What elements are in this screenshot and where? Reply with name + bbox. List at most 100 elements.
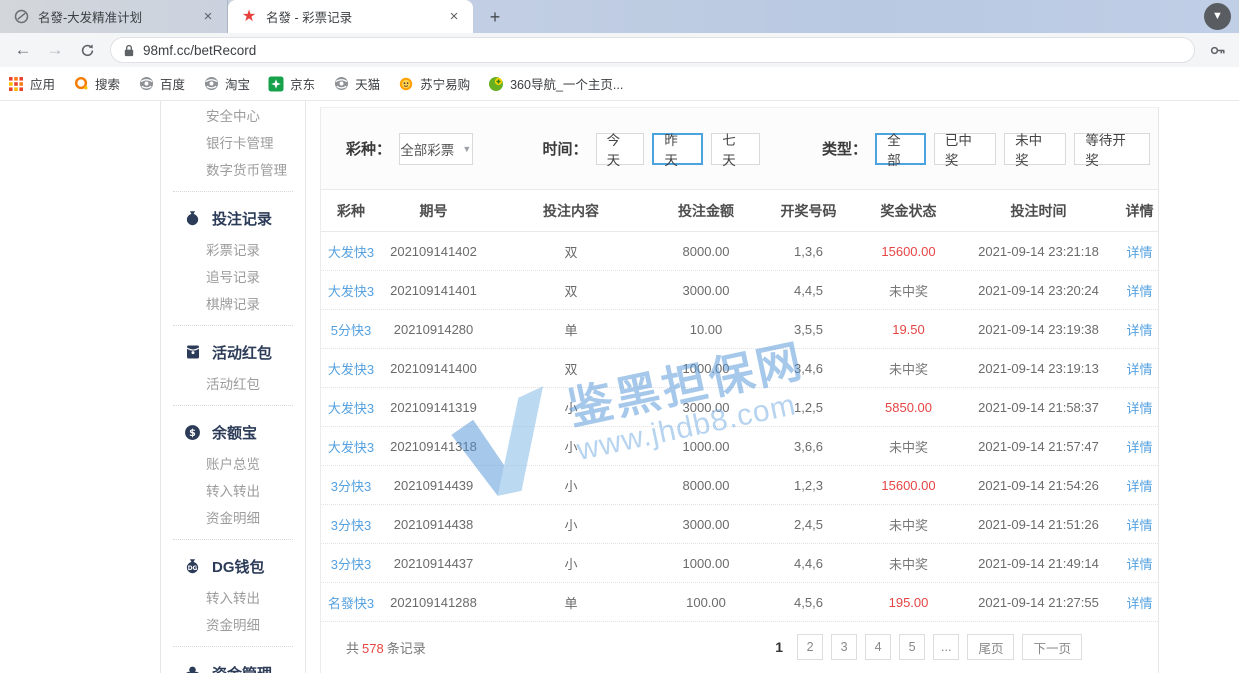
issue-cell: 20210914280: [381, 322, 486, 337]
table-row: 大发快3 202109141319 小 3000.00 1,2,5 5850.0…: [321, 388, 1158, 427]
issue-cell: 202109141402: [381, 244, 486, 259]
game-link[interactable]: 大发快3: [321, 359, 381, 378]
refresh-button[interactable]: [74, 37, 100, 63]
sidebar-item-dg-fund-details[interactable]: 资金明细: [161, 612, 305, 639]
back-button[interactable]: ←: [10, 37, 36, 63]
sidebar-item-bank-card[interactable]: 银行卡管理: [161, 130, 305, 157]
detail-link[interactable]: 详情: [1121, 242, 1158, 261]
page-ellipsis-button[interactable]: ...: [933, 634, 959, 660]
sidebar-item-fund-details[interactable]: 资金明细: [161, 505, 305, 532]
game-select-dropdown[interactable]: 全部彩票 ▼: [399, 133, 473, 165]
url-bar[interactable]: 98mf.cc/betRecord: [110, 37, 1195, 63]
close-icon[interactable]: ×: [199, 8, 217, 26]
tab-bet-record[interactable]: ★ 名發 - 彩票记录 ×: [228, 0, 473, 33]
sidebar: 安全中心 银行卡管理 数字货币管理 投注记录 彩票记录 追号记录 棋牌记录 活动…: [160, 101, 306, 673]
game-link[interactable]: 大发快3: [321, 242, 381, 261]
type-pending-button[interactable]: 等待开奖: [1074, 133, 1150, 165]
game-link[interactable]: 名發快3: [321, 593, 381, 612]
last-page-button[interactable]: 尾页: [967, 634, 1014, 660]
bookmark-baidu[interactable]: 百度: [138, 74, 185, 93]
game-link[interactable]: 大发快3: [321, 398, 381, 417]
key-icon[interactable]: [1205, 38, 1229, 62]
game-link[interactable]: 大发快3: [321, 281, 381, 300]
sidebar-item-transfer[interactable]: 转入转出: [161, 478, 305, 505]
page-5-button[interactable]: 5: [899, 634, 925, 660]
sidebar-section-yuebao[interactable]: $ 余额宝: [161, 413, 305, 451]
time-today-button[interactable]: 今天: [596, 133, 645, 165]
sidebar-item-board-records[interactable]: 棋牌记录: [161, 291, 305, 318]
detail-link[interactable]: 详情: [1121, 437, 1158, 456]
table-row: 3分快3 20210914438 小 3000.00 2,4,5 未中奖 202…: [321, 505, 1158, 544]
table-row: 大发快3 202109141401 双 3000.00 4,4,5 未中奖 20…: [321, 271, 1158, 310]
next-page-button[interactable]: 下一页: [1022, 634, 1082, 660]
prize-cell: 未中奖: [861, 554, 956, 573]
detail-link[interactable]: 详情: [1121, 398, 1158, 417]
sidebar-section-bet-records[interactable]: 投注记录: [161, 199, 305, 237]
bookmark-360nav[interactable]: 360导航_一个主页...: [488, 74, 623, 93]
issue-cell: 202109141401: [381, 283, 486, 298]
sidebar-item-red-packet[interactable]: 活动红包: [161, 371, 305, 398]
detail-link[interactable]: 详情: [1121, 281, 1158, 300]
chevron-down-icon: ▼: [1212, 11, 1223, 22]
type-lost-button[interactable]: 未中奖: [1004, 133, 1066, 165]
sidebar-section-dg-wallet[interactable]: DG DG钱包: [161, 547, 305, 585]
detail-link[interactable]: 详情: [1121, 593, 1158, 612]
bookmark-tmall[interactable]: 天猫: [333, 74, 380, 93]
page-2-button[interactable]: 2: [797, 634, 823, 660]
amount-cell: 8000.00: [656, 478, 756, 493]
page-buttons: 1 2 3 4 5 ... 尾页 下一页: [775, 634, 1090, 660]
page-4-button[interactable]: 4: [865, 634, 891, 660]
forward-button[interactable]: →: [42, 37, 68, 63]
new-tab-button[interactable]: +: [481, 3, 509, 31]
amount-cell: 1000.00: [656, 361, 756, 376]
table-header: 彩种 期号 投注内容 投注金额 开奖号码 奖金状态 投注时间 详情: [321, 190, 1158, 232]
detail-link[interactable]: 详情: [1121, 554, 1158, 573]
time-yesterday-button[interactable]: 昨天: [652, 133, 703, 165]
sidebar-item-digital-currency[interactable]: 数字货币管理: [161, 157, 305, 184]
detail-link[interactable]: 详情: [1121, 320, 1158, 339]
game-link[interactable]: 大发快3: [321, 437, 381, 456]
amount-cell: 3000.00: [656, 400, 756, 415]
tab-title: 名發 - 彩票记录: [266, 7, 437, 26]
time-seven-days-button[interactable]: 七天: [711, 133, 760, 165]
detail-link[interactable]: 详情: [1121, 515, 1158, 534]
time-cell: 2021-09-14 23:21:18: [956, 244, 1121, 259]
sidebar-item-dg-transfer[interactable]: 转入转出: [161, 585, 305, 612]
game-link[interactable]: 3分快3: [321, 476, 381, 495]
bookmark-taobao[interactable]: 淘宝: [203, 74, 250, 93]
sidebar-section-fund-management[interactable]: 资金管理: [161, 654, 305, 673]
game-link[interactable]: 3分快3: [321, 554, 381, 573]
sidebar-item-lottery-records[interactable]: 彩票记录: [161, 237, 305, 264]
bookmark-search[interactable]: 搜索: [73, 74, 120, 93]
browser-menu-button[interactable]: ▼: [1204, 3, 1231, 30]
amount-cell: 10.00: [656, 322, 756, 337]
detail-link[interactable]: 详情: [1121, 476, 1158, 495]
page-3-button[interactable]: 3: [831, 634, 857, 660]
svg-text:$: $: [189, 428, 196, 439]
current-page[interactable]: 1: [775, 639, 783, 655]
col-content: 投注内容: [486, 201, 656, 221]
bookmark-apps[interactable]: 应用: [8, 74, 55, 93]
game-link[interactable]: 5分快3: [321, 320, 381, 339]
globe-icon: [333, 76, 349, 92]
game-link[interactable]: 3分快3: [321, 515, 381, 534]
time-cell: 2021-09-14 21:57:47: [956, 439, 1121, 454]
type-won-button[interactable]: 已中奖: [934, 133, 996, 165]
close-icon[interactable]: ×: [445, 8, 463, 26]
moneybag-icon: [183, 209, 202, 228]
col-amount: 投注金额: [656, 201, 756, 221]
sidebar-item-account-overview[interactable]: 账户总览: [161, 451, 305, 478]
bookmark-suning[interactable]: 苏宁易购: [398, 74, 470, 93]
time-cell: 2021-09-14 21:27:55: [956, 595, 1121, 610]
type-all-button[interactable]: 全部: [875, 133, 926, 165]
sidebar-item-chase-records[interactable]: 追号记录: [161, 264, 305, 291]
detail-link[interactable]: 详情: [1121, 359, 1158, 378]
red-packet-icon: [183, 343, 202, 362]
sidebar-item-security-center[interactable]: 安全中心: [161, 103, 305, 130]
sidebar-section-red-packet[interactable]: 活动红包: [161, 333, 305, 371]
numbers-cell: 1,2,5: [756, 400, 861, 415]
table-row: 名發快3 202109141288 单 100.00 4,5,6 195.00 …: [321, 583, 1158, 622]
browser-toolbar: ← → 98mf.cc/betRecord: [0, 33, 1239, 67]
bookmark-jd[interactable]: 京东: [268, 74, 315, 93]
tab-plan[interactable]: 名發-大发精准计划 ×: [0, 0, 228, 33]
